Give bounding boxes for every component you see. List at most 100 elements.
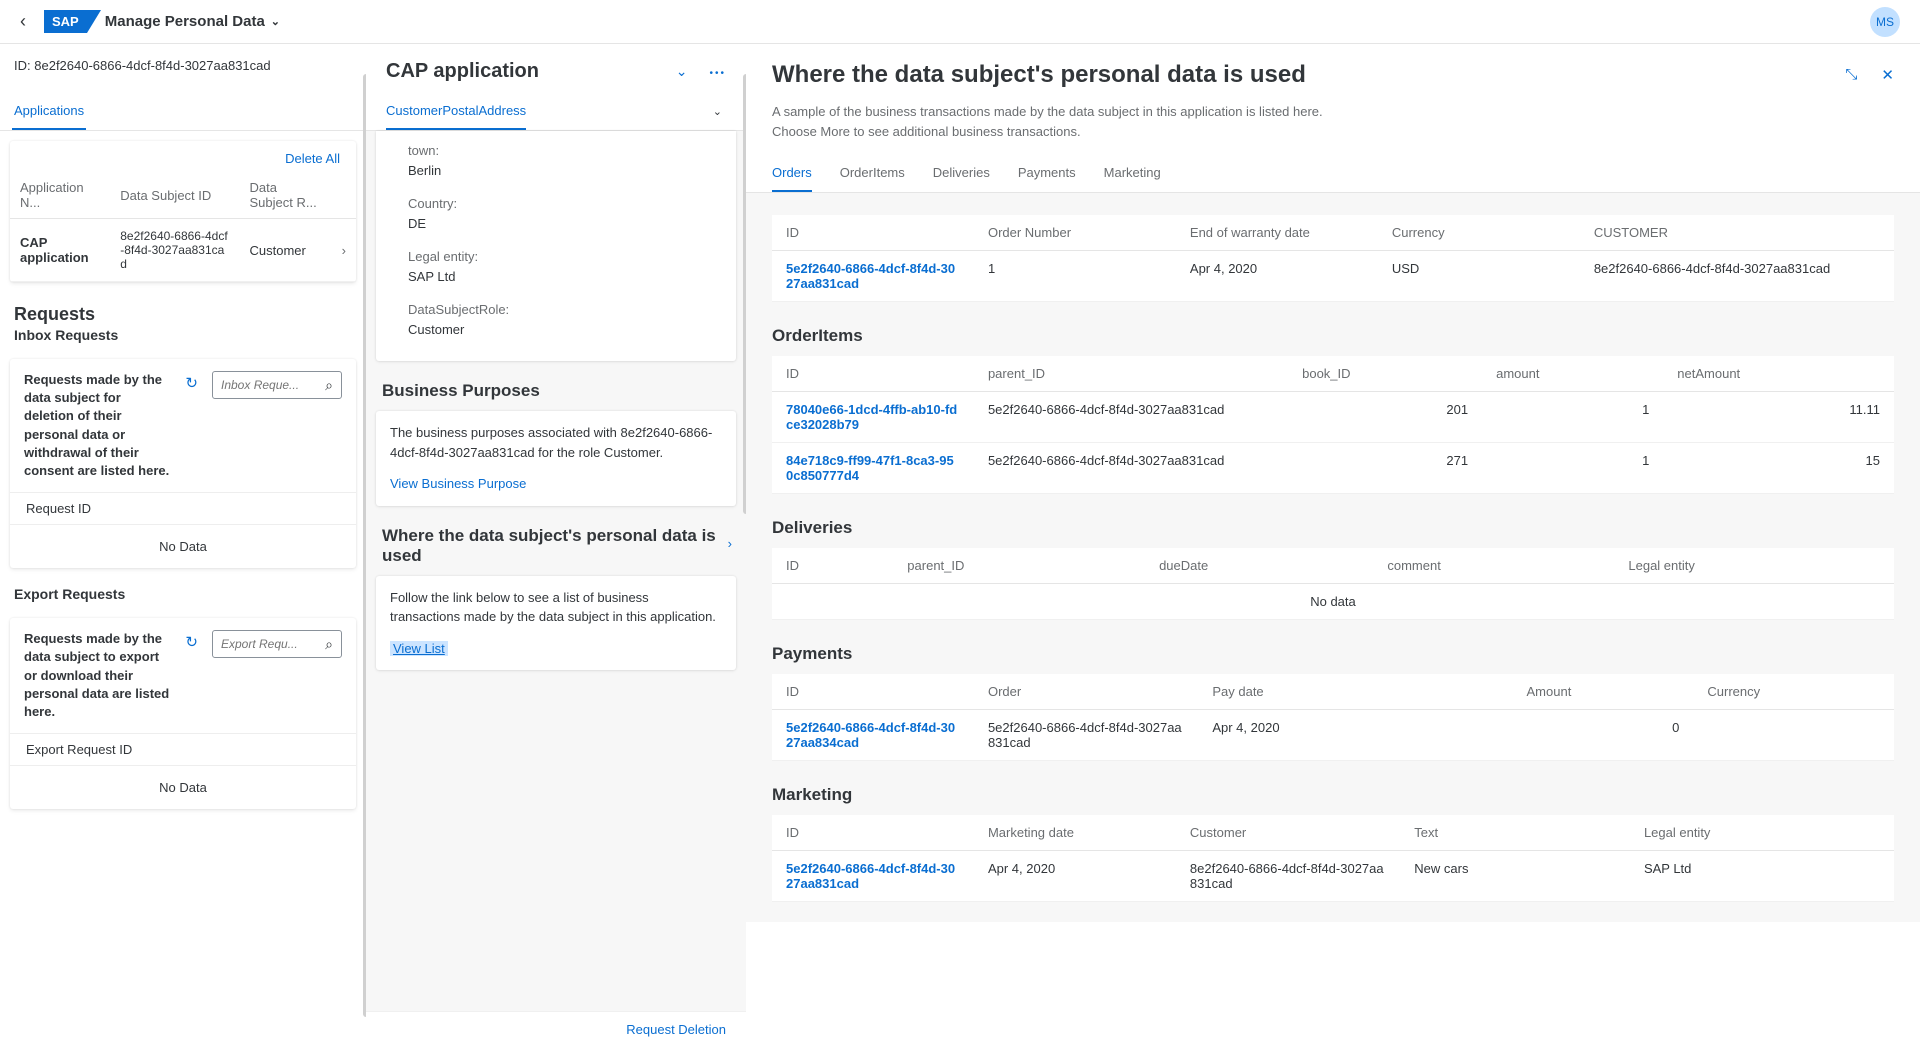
request-deletion-button[interactable]: Request Deletion	[626, 1022, 726, 1037]
payment-id-link[interactable]: 5e2f2640-6866-4dcf-8f4d-3027aa834cad	[786, 720, 955, 750]
payments-table: ID Order Pay date Amount Currency 5e2f26…	[772, 674, 1894, 761]
refresh-icon[interactable]: ↻	[185, 371, 198, 392]
country-value: DE	[408, 214, 704, 240]
m-col-id: ID	[772, 815, 974, 851]
fullscreen-icon[interactable]: ⤡	[1845, 66, 1857, 84]
p-col-order: Order	[974, 674, 1198, 710]
app-title[interactable]: Manage Personal Data ⌄	[105, 13, 280, 30]
orderitems-table: ID parent_ID book_ID amount netAmount 78…	[772, 356, 1894, 494]
tab-customer-postal-address[interactable]: CustomerPostalAddress	[386, 93, 526, 130]
usage-column: Where the data subject's personal data i…	[746, 44, 1920, 1047]
more-icon[interactable]	[709, 63, 726, 80]
oi-col-parent: parent_ID	[974, 356, 1288, 392]
master-column: ID: 8e2f2640-6866-4dcf-8f4d-3027aa831cad…	[0, 44, 366, 1047]
orderitem-id-link[interactable]: 78040e66-1dcd-4ffb-ab10-fdce32028b79	[786, 402, 957, 432]
cell: Apr 4, 2020	[1176, 251, 1378, 302]
back-icon[interactable]: ‹	[20, 11, 26, 32]
business-purposes-title: Business Purposes	[366, 367, 746, 411]
col-data-subject-id: Data Subject ID	[110, 172, 239, 219]
tab-applications[interactable]: Applications	[12, 93, 86, 130]
orderitem-id-link[interactable]: 84e718c9-ff99-47f1-8ca3-950c850777d4	[786, 453, 954, 483]
m-col-date: Marketing date	[974, 815, 1176, 851]
requests-title: Requests	[0, 292, 366, 327]
inbox-col-header: Request ID	[10, 492, 356, 525]
chevron-down-icon[interactable]: ⌄	[713, 105, 726, 118]
search-icon[interactable]: ⌕	[325, 636, 333, 653]
cell: 1	[974, 251, 1176, 302]
chevron-down-icon[interactable]: ⌄	[676, 63, 688, 80]
inbox-requests-title: Inbox Requests	[0, 327, 366, 349]
cell: 5e2f2640-6866-4dcf-8f4d-3027aa831cad	[974, 443, 1288, 494]
cell: Apr 4, 2020	[1198, 710, 1512, 761]
oi-col-book: book_ID	[1288, 356, 1482, 392]
avatar[interactable]: MS	[1870, 7, 1900, 37]
application-row[interactable]: CAP application 8e2f2640-6866-4dcf-8f4d-…	[10, 219, 356, 282]
id-value: 8e2f2640-6866-4dcf-8f4d-3027aa831cad	[34, 58, 270, 73]
export-search[interactable]: ⌕	[212, 630, 342, 658]
table-row[interactable]: 5e2f2640-6866-4dcf-8f4d-3027aa831cad 1 A…	[772, 251, 1894, 302]
p-col-id: ID	[772, 674, 974, 710]
delete-all-link[interactable]: Delete All	[285, 151, 340, 166]
cell: 15	[1663, 443, 1894, 494]
export-requests-title: Export Requests	[0, 578, 366, 608]
deliveries-heading: Deliveries	[772, 504, 1894, 548]
role-label: DataSubjectRole:	[408, 300, 704, 320]
inbox-requests-desc: Requests made by the data subject for de…	[24, 371, 171, 480]
town-value: Berlin	[408, 161, 704, 187]
deliveries-table: ID parent_ID dueDate comment Legal entit…	[772, 548, 1894, 620]
table-row[interactable]: 5e2f2640-6866-4dcf-8f4d-3027aa831cad Apr…	[772, 851, 1894, 902]
business-purposes-text: The business purposes associated with 8e…	[390, 423, 722, 462]
cell: 0	[1513, 710, 1694, 761]
cell: 201	[1288, 392, 1482, 443]
m-col-legal: Legal entity	[1630, 815, 1894, 851]
orders-col-customer: CUSTOMER	[1580, 215, 1894, 251]
table-row[interactable]: 84e718c9-ff99-47f1-8ca3-950c850777d4 5e2…	[772, 443, 1894, 494]
p-col-currency: Currency	[1693, 674, 1894, 710]
export-search-input[interactable]	[221, 637, 325, 651]
inbox-search[interactable]: ⌕	[212, 371, 342, 399]
usage-description: A sample of the business transactions ma…	[746, 94, 1386, 155]
cell: 11.11	[1663, 392, 1894, 443]
country-label: Country:	[408, 194, 704, 214]
view-business-purpose-link[interactable]: View Business Purpose	[390, 476, 526, 491]
orders-col-id: ID	[772, 215, 974, 251]
orders-col-warranty: End of warranty date	[1176, 215, 1378, 251]
cell: 1	[1482, 392, 1663, 443]
app-header: ‹ SAP Manage Personal Data ⌄ MS	[0, 0, 1920, 44]
export-col-header: Export Request ID	[10, 733, 356, 766]
tab-orderitems[interactable]: OrderItems	[840, 155, 905, 192]
d-col-legal: Legal entity	[1614, 548, 1894, 584]
refresh-icon[interactable]: ↻	[185, 630, 198, 651]
view-list-link[interactable]: View List	[390, 641, 448, 656]
table-row[interactable]: 78040e66-1dcd-4ffb-ab10-fdce32028b79 5e2…	[772, 392, 1894, 443]
table-row[interactable]: 5e2f2640-6866-4dcf-8f4d-3027aa834cad 5e2…	[772, 710, 1894, 761]
tab-deliveries[interactable]: Deliveries	[933, 155, 990, 192]
usage-title: Where the data subject's personal data i…	[772, 60, 1829, 90]
payments-heading: Payments	[772, 630, 1894, 674]
close-icon[interactable]: ✕	[1881, 66, 1894, 84]
cell: 5e2f2640-6866-4dcf-8f4d-3027aa831cad	[974, 710, 1198, 761]
order-id-link[interactable]: 5e2f2640-6866-4dcf-8f4d-3027aa831cad	[786, 261, 955, 291]
col-data-subject-role: Data Subject R...	[239, 172, 331, 219]
cell: 1	[1482, 443, 1663, 494]
tab-payments[interactable]: Payments	[1018, 155, 1076, 192]
data-subject-id-line: ID: 8e2f2640-6866-4dcf-8f4d-3027aa831cad	[0, 44, 366, 93]
inbox-search-input[interactable]	[221, 378, 325, 392]
search-icon[interactable]: ⌕	[325, 377, 333, 394]
tab-orders[interactable]: Orders	[772, 155, 812, 192]
sap-logo: SAP	[44, 10, 87, 33]
cell: 5e2f2640-6866-4dcf-8f4d-3027aa831cad	[974, 392, 1288, 443]
export-nodata: No Data	[10, 766, 356, 809]
town-label: town:	[408, 141, 704, 161]
orders-col-currency: Currency	[1378, 215, 1580, 251]
d-col-comment: comment	[1373, 548, 1614, 584]
p-col-paydate: Pay date	[1198, 674, 1512, 710]
where-used-text: Follow the link below to see a list of b…	[390, 588, 722, 627]
cell: SAP Ltd	[1630, 851, 1894, 902]
marketing-id-link[interactable]: 5e2f2640-6866-4dcf-8f4d-3027aa831cad	[786, 861, 955, 891]
d-col-id: ID	[772, 548, 893, 584]
tab-marketing[interactable]: Marketing	[1104, 155, 1161, 192]
chevron-right-icon[interactable]: ›	[728, 536, 732, 551]
orders-col-number: Order Number	[974, 215, 1176, 251]
cell: Apr 4, 2020	[974, 851, 1176, 902]
